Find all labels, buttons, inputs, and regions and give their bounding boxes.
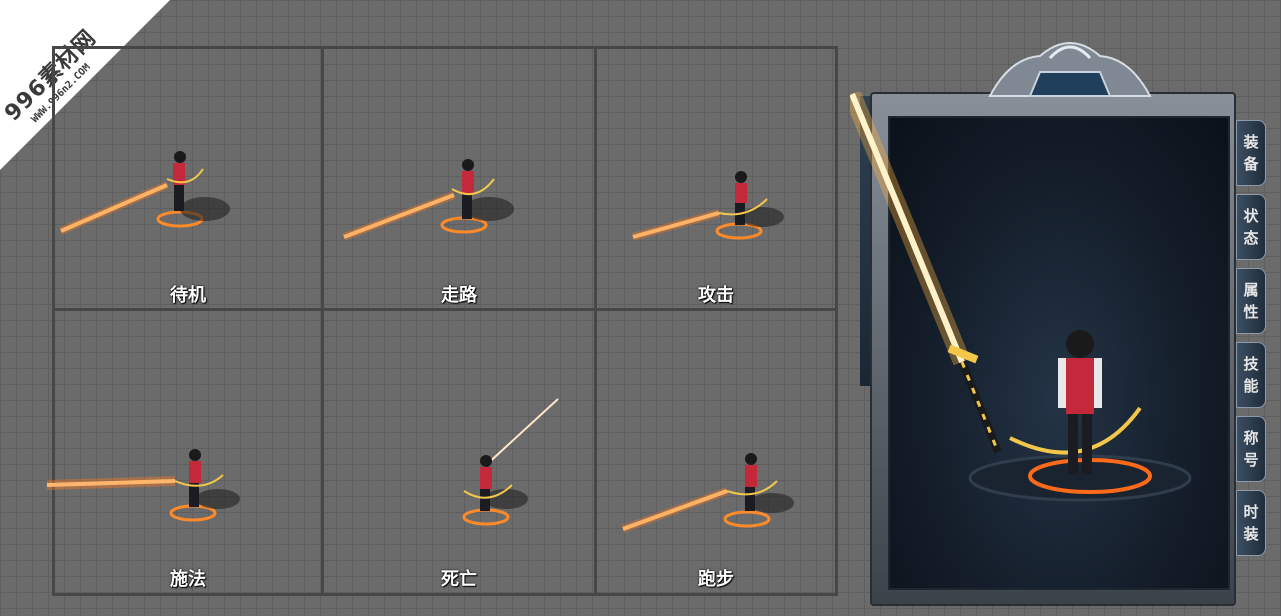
anim-label: 攻击 [698, 285, 734, 306]
tab-char: 号 [1243, 451, 1259, 469]
tab-titles[interactable]: 称号 [1236, 416, 1266, 482]
sword-preview [850, 92, 1002, 454]
equipment-panel: 装备 状态 属性 技能 称号 时装 [850, 28, 1270, 608]
anim-cell-attack[interactable]: 攻击 [597, 49, 835, 308]
panel-tabs: 装备 状态 属性 技能 称号 时装 [1236, 120, 1266, 564]
anim-cell-run[interactable]: 跑步 [597, 311, 835, 593]
animation-grid: 待机 走路 攻击 施法 死亡 跑步 [46, 46, 838, 596]
tab-char: 技 [1243, 355, 1259, 373]
tab-char: 装 [1243, 525, 1259, 543]
tab-char: 能 [1243, 377, 1259, 395]
character-sprite-walk [342, 159, 514, 241]
character-sprite-idle [59, 151, 230, 235]
tab-char: 属 [1243, 281, 1259, 299]
tab-char: 时 [1243, 503, 1259, 521]
character-sprite-run [621, 453, 794, 533]
anim-label: 施法 [170, 569, 206, 590]
tab-char: 性 [1243, 303, 1259, 321]
anim-cell-idle[interactable]: 待机 [55, 49, 321, 308]
anim-cell-death[interactable]: 死亡 [324, 311, 594, 593]
tab-char: 称 [1243, 429, 1259, 447]
anim-label: 走路 [441, 285, 477, 306]
tab-char: 装 [1243, 133, 1259, 151]
character-sprite-attack [631, 171, 784, 241]
tab-skills[interactable]: 技能 [1236, 342, 1266, 408]
tab-attributes[interactable]: 属性 [1236, 268, 1266, 334]
character-sprite-cast [46, 449, 240, 522]
panel-crest-ornament [988, 42, 1152, 97]
tab-equipment[interactable]: 装备 [1236, 120, 1266, 186]
character-sprite-death [462, 398, 559, 526]
anim-cell-cast[interactable]: 施法 [46, 311, 321, 593]
anim-label: 待机 [170, 285, 206, 306]
tab-status[interactable]: 状态 [1236, 194, 1266, 260]
tab-char: 态 [1243, 229, 1259, 247]
anim-label: 跑步 [698, 569, 734, 590]
anim-cell-walk[interactable]: 走路 [324, 49, 594, 308]
anim-label: 死亡 [441, 569, 477, 590]
tab-char: 状 [1243, 207, 1259, 225]
tab-fashion[interactable]: 时装 [1236, 490, 1266, 556]
tab-char: 备 [1243, 155, 1259, 173]
